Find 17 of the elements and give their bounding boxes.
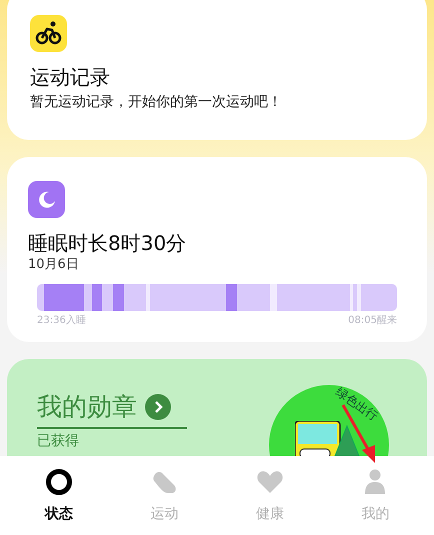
nav-tab[interactable]: 运动	[134, 468, 194, 535]
earned-label: 已获得	[37, 432, 80, 450]
cycling-icon	[30, 15, 67, 52]
nav-tab[interactable]: 状态	[28, 468, 89, 535]
nav-tab[interactable]: 我的	[345, 468, 406, 535]
exercise-title: 运动记录	[30, 64, 111, 90]
wake-time: 08:05醒来	[348, 314, 397, 328]
sleep-duration: 睡眠时长8时30分	[28, 230, 188, 256]
exercise-subtitle: 暂无运动记录，开始你的第一次运动吧！	[30, 93, 283, 112]
chevron-right-icon	[145, 394, 171, 420]
nav-tab[interactable]: 健康	[240, 468, 300, 535]
moon-icon	[28, 181, 65, 218]
ring-icon	[44, 468, 73, 496]
my-medals-link[interactable]: 我的勋章	[37, 391, 187, 429]
sleep-start-time: 23:36入睡	[37, 314, 86, 328]
badge-title: 绿色出行	[332, 384, 382, 426]
sleep-date: 10月6日	[28, 256, 80, 274]
